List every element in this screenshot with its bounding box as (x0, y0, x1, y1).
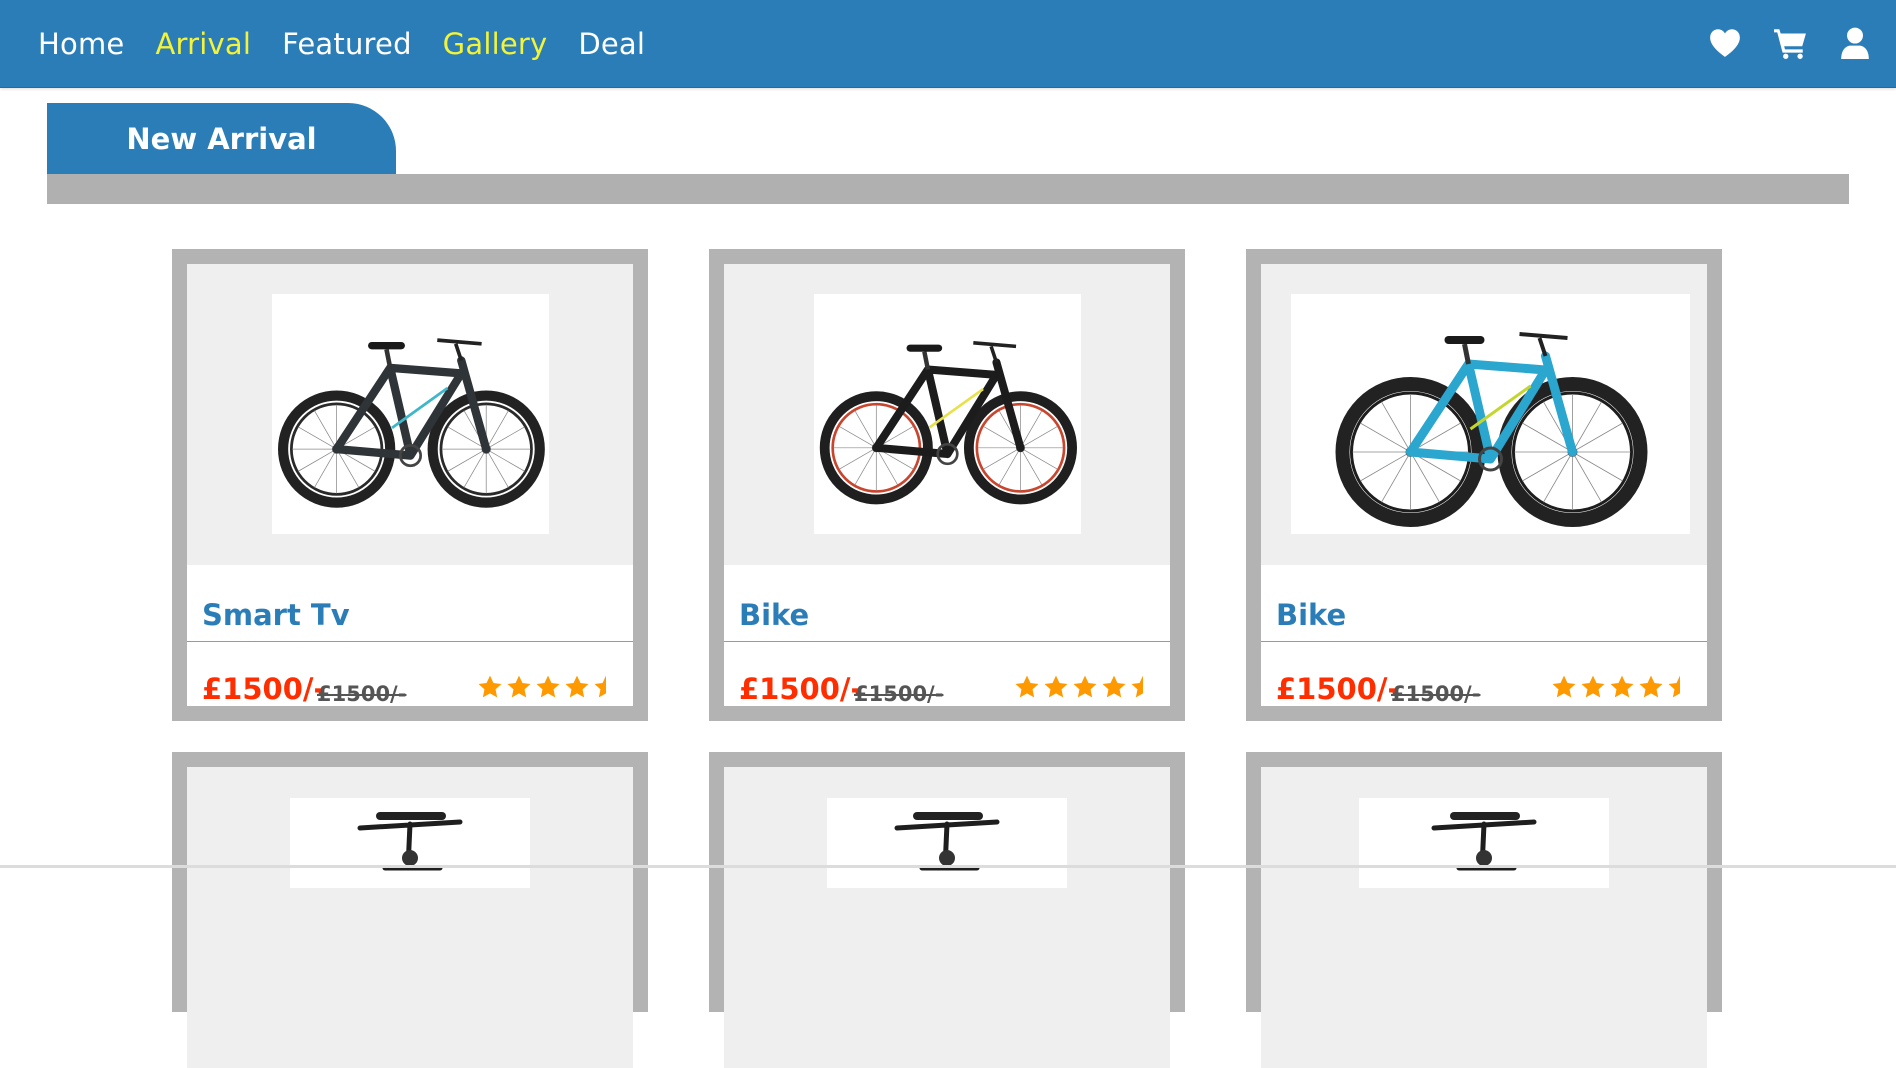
old-price: £1500/- (317, 682, 407, 706)
star-half-icon (593, 674, 619, 700)
bike-illustration (1431, 812, 1537, 871)
star-icon (1043, 674, 1069, 700)
star-icon (1609, 674, 1635, 700)
rating-stars (477, 674, 622, 702)
star-icon (1580, 674, 1606, 700)
nav-links: Home Arrival Featured Gallery Deal (38, 0, 676, 87)
product-title[interactable]: Bike (1276, 598, 1346, 632)
section-title-tab: New Arrival (47, 103, 396, 174)
star-icon (1551, 674, 1577, 700)
price: £1500/- (1276, 672, 1400, 706)
price: £1500/- (202, 672, 326, 706)
old-price: £1500/- (854, 682, 944, 706)
card-divider (187, 641, 633, 642)
bike-illustration (819, 341, 1077, 505)
product-image-area (187, 264, 633, 565)
product-image-area (724, 264, 1170, 565)
price: £1500/- (739, 672, 863, 706)
nav-gallery[interactable]: Gallery (443, 27, 548, 61)
product-card[interactable]: Bike £1500/- £1500/- (709, 249, 1185, 721)
product-image-area (1261, 264, 1707, 565)
product-photo (1291, 294, 1690, 534)
heart-icon[interactable] (1708, 26, 1742, 60)
star-icon (477, 674, 503, 700)
product-photo (290, 798, 530, 888)
bike-frame (1406, 351, 1577, 464)
cart-icon[interactable] (1773, 26, 1807, 60)
star-icon (564, 674, 590, 700)
product-image-area (724, 767, 1170, 1068)
star-icon (1101, 674, 1127, 700)
product-card[interactable] (709, 752, 1185, 1068)
star-icon (1072, 674, 1098, 700)
star-half-icon (1130, 674, 1156, 700)
product-card[interactable]: Bike £1500/- £1500/- (1246, 249, 1722, 721)
product-title[interactable]: Smart Tv (202, 598, 350, 632)
top-nav: Home Arrival Featured Gallery Deal (0, 0, 1896, 88)
nav-icons (1677, 26, 1872, 60)
bike-illustration (278, 338, 545, 508)
star-icon (506, 674, 532, 700)
user-icon[interactable] (1838, 26, 1872, 60)
star-icon (1014, 674, 1040, 700)
section-divider-bar (47, 174, 1849, 204)
nav-arrival[interactable]: Arrival (155, 27, 251, 61)
product-photo (1359, 798, 1609, 888)
bike-illustration (1335, 332, 1648, 527)
product-photo (272, 294, 549, 534)
star-icon (535, 674, 561, 700)
product-card[interactable] (172, 752, 648, 1068)
product-image-area (187, 767, 633, 1068)
card-divider (724, 641, 1170, 642)
bike-illustration (894, 812, 1000, 871)
product-photo (814, 294, 1081, 534)
product-card[interactable] (1246, 752, 1722, 1068)
star-icon (1638, 674, 1664, 700)
nav-deal[interactable]: Deal (578, 27, 645, 61)
product-photo (827, 798, 1067, 888)
rating-stars (1014, 674, 1159, 702)
star-half-icon (1667, 674, 1693, 700)
product-title[interactable]: Bike (739, 598, 809, 632)
bike-frame (872, 358, 1025, 459)
rating-stars (1551, 674, 1696, 702)
nav-featured[interactable]: Featured (282, 27, 412, 61)
bike-frame (332, 356, 491, 460)
card-divider (1261, 641, 1707, 642)
product-image-area (1261, 767, 1707, 1068)
old-price: £1500/- (1391, 682, 1481, 706)
bike-illustration (357, 812, 463, 871)
product-card[interactable]: Smart Tv £1500/- £1500/- (172, 249, 648, 721)
nav-home[interactable]: Home (38, 27, 124, 61)
